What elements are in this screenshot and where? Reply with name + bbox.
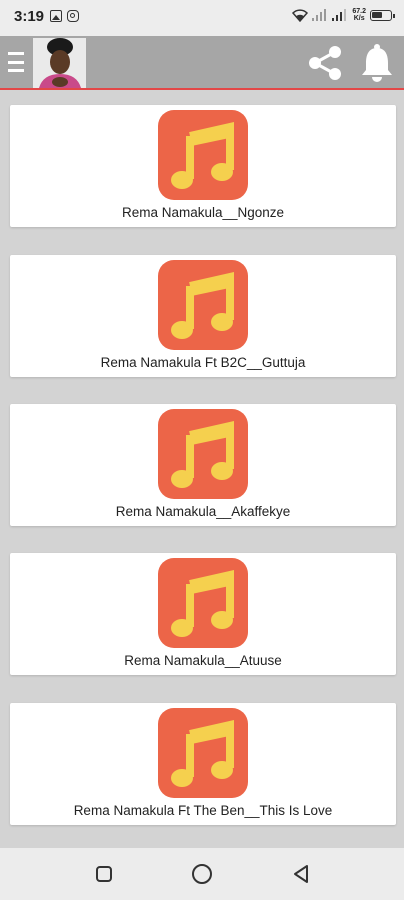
status-time: 3:19 — [14, 8, 45, 25]
bell-icon[interactable] — [360, 43, 394, 83]
battery-icon — [370, 9, 395, 21]
song-card[interactable]: Rema Namakula Ft The Ben__This Is Love — [10, 703, 396, 825]
signal-icon-2 — [332, 9, 347, 21]
network-speed-unit: K/s — [353, 15, 365, 22]
instagram-notification-icon — [67, 10, 79, 22]
song-title: Rema Namakula__Atuuse — [124, 653, 282, 668]
recent-apps-icon[interactable] — [92, 862, 116, 886]
music-note-icon — [158, 260, 248, 350]
app-bar — [0, 36, 404, 90]
music-note-icon — [158, 558, 248, 648]
music-note-icon — [158, 708, 248, 798]
status-bar: 3:19 67.2 K/s — [0, 0, 404, 36]
back-icon[interactable] — [289, 862, 313, 886]
gallery-notification-icon — [50, 10, 62, 22]
song-title: Rema Namakula Ft The Ben__This Is Love — [73, 803, 333, 818]
song-title: Rema Namakula Ft B2C__Guttuja — [100, 355, 306, 370]
music-note-icon — [158, 409, 248, 499]
share-icon[interactable] — [305, 44, 345, 82]
menu-icon[interactable] — [8, 52, 24, 72]
network-speed-value: 67.2 — [352, 8, 366, 15]
avatar[interactable] — [33, 38, 86, 88]
song-title: Rema Namakula__Ngonze — [121, 205, 285, 220]
song-card[interactable]: Rema Namakula__Akaffekye — [10, 404, 396, 526]
song-card[interactable]: Rema Namakula__Atuuse — [10, 553, 396, 675]
song-title: Rema Namakula__Akaffekye — [115, 504, 291, 519]
song-card[interactable]: Rema Namakula__Ngonze — [10, 105, 396, 227]
signal-icon — [312, 9, 327, 21]
notification-icons — [50, 10, 79, 22]
network-speed: 67.2 K/s — [352, 8, 366, 22]
wifi-icon — [292, 8, 309, 22]
song-card[interactable]: Rema Namakula Ft B2C__Guttuja — [10, 255, 396, 377]
status-right-icons: 67.2 K/s — [292, 8, 395, 22]
home-icon[interactable] — [190, 862, 214, 886]
system-nav-bar — [0, 848, 404, 900]
music-note-icon — [158, 110, 248, 200]
